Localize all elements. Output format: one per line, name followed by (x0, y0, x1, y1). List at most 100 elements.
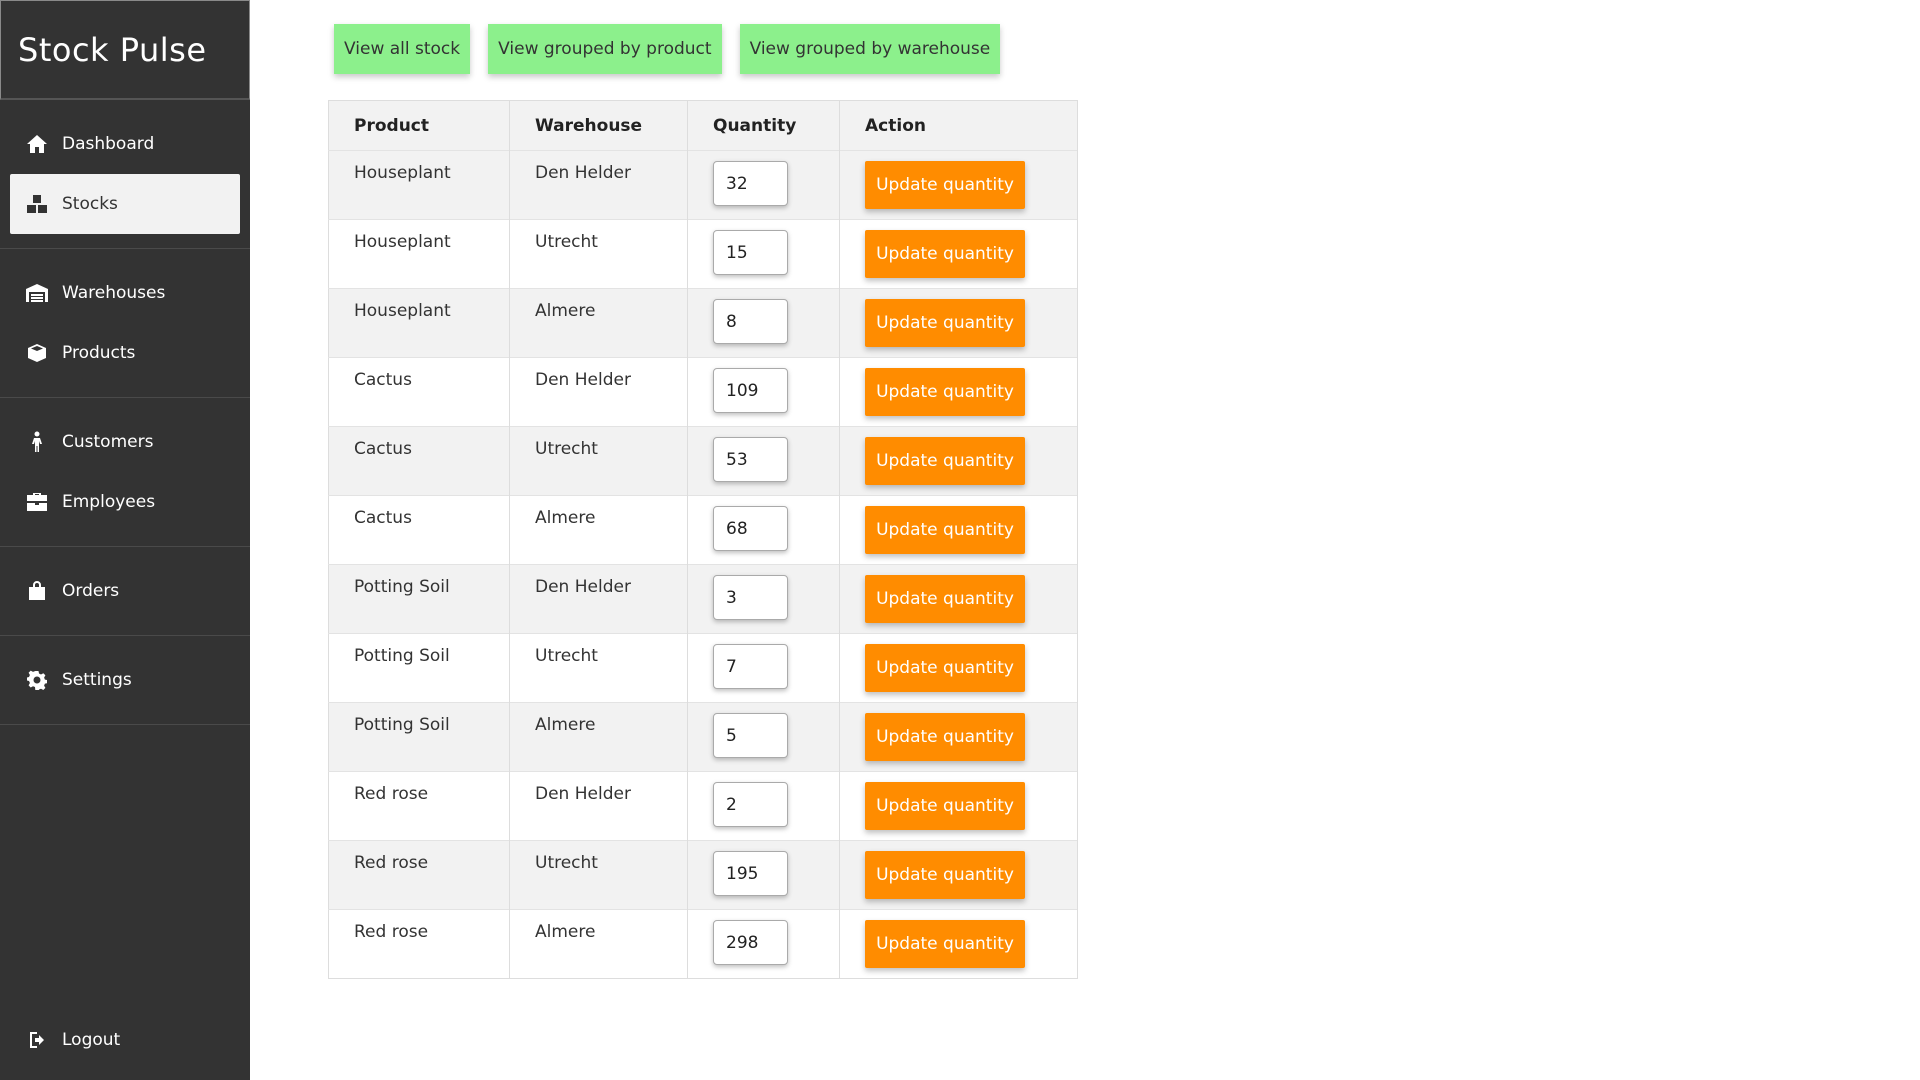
quantity-input[interactable] (713, 920, 788, 965)
sidebar-item-warehouses[interactable]: Warehouses (10, 263, 240, 323)
product-cell: Houseplant (328, 219, 510, 289)
sidebar-item-employees[interactable]: Employees (10, 472, 240, 532)
table-row: Potting SoilUtrecht Update quantity (328, 633, 1078, 703)
table-row: Red roseUtrecht Update quantity (328, 840, 1078, 910)
quantity-cell (687, 771, 840, 841)
sidebar-item-label: Dashboard (62, 134, 155, 154)
quantity-cell (687, 840, 840, 910)
action-cell: Update quantity (839, 702, 1078, 772)
update-quantity-button[interactable]: Update quantity (865, 161, 1025, 209)
quantity-cell (687, 219, 840, 289)
quantity-input[interactable] (713, 161, 788, 206)
action-cell: Update quantity (839, 219, 1078, 289)
header-quantity: Quantity (687, 100, 840, 151)
sidebar-item-stocks[interactable]: Stocks (10, 174, 240, 234)
action-cell: Update quantity (839, 357, 1078, 427)
header-action: Action (839, 100, 1078, 151)
quantity-input[interactable] (713, 575, 788, 620)
quantity-input[interactable] (713, 299, 788, 344)
warehouse-cell: Utrecht (509, 633, 688, 703)
product-cell: Potting Soil (328, 564, 510, 634)
update-quantity-button[interactable]: Update quantity (865, 230, 1025, 278)
sidebar-group: Customers Employees (0, 398, 250, 547)
update-quantity-button[interactable]: Update quantity (865, 299, 1025, 347)
update-quantity-button[interactable]: Update quantity (865, 782, 1025, 830)
update-quantity-button[interactable]: Update quantity (865, 920, 1025, 968)
quantity-input[interactable] (713, 230, 788, 275)
quantity-input[interactable] (713, 782, 788, 827)
sidebar-group: Orders (0, 547, 250, 636)
view-all-stock-button[interactable]: View all stock (334, 24, 471, 74)
bag-icon (24, 580, 50, 602)
sidebar-item-products[interactable]: Products (10, 323, 240, 383)
brand: Stock Pulse (0, 0, 250, 100)
stock-table: Product Warehouse Quantity Action Housep… (328, 100, 1078, 979)
quantity-input[interactable] (713, 437, 788, 482)
table-row: CactusUtrecht Update quantity (328, 426, 1078, 496)
table-row: HouseplantAlmere Update quantity (328, 288, 1078, 358)
update-quantity-button[interactable]: Update quantity (865, 368, 1025, 416)
quantity-input[interactable] (713, 506, 788, 551)
sidebar-group: Dashboard Stocks (0, 100, 250, 249)
action-cell: Update quantity (839, 909, 1078, 979)
sidebar-item-label: Orders (62, 581, 120, 601)
action-cell: Update quantity (839, 288, 1078, 358)
warehouse-cell: Almere (509, 495, 688, 565)
sidebar-item-customers[interactable]: Customers (10, 412, 240, 472)
product-cell: Cactus (328, 495, 510, 565)
sidebar-item-orders[interactable]: Orders (10, 561, 240, 621)
sidebar-item-label: Settings (62, 670, 132, 690)
warehouse-cell: Almere (509, 702, 688, 772)
warehouse-cell: Utrecht (509, 840, 688, 910)
quantity-cell (687, 495, 840, 565)
table-row: Red roseAlmere Update quantity (328, 909, 1078, 979)
sidebar-item-label: Stocks (62, 194, 118, 214)
update-quantity-button[interactable]: Update quantity (865, 506, 1025, 554)
table-row: CactusAlmere Update quantity (328, 495, 1078, 565)
quantity-input[interactable] (713, 644, 788, 689)
quantity-input[interactable] (713, 713, 788, 758)
sidebar-item-settings[interactable]: Settings (10, 650, 240, 710)
update-quantity-button[interactable]: Update quantity (865, 437, 1025, 485)
table-row: Red roseDen Helder Update quantity (328, 771, 1078, 841)
table-row: HouseplantUtrecht Update quantity (328, 219, 1078, 289)
action-cell: Update quantity (839, 564, 1078, 634)
update-quantity-button[interactable]: Update quantity (865, 851, 1025, 899)
table-row: Potting SoilDen Helder Update quantity (328, 564, 1078, 634)
warehouse-cell: Den Helder (509, 564, 688, 634)
table-row: CactusDen Helder Update quantity (328, 357, 1078, 427)
view-by-product-button[interactable]: View grouped by product (488, 24, 722, 74)
view-toggle-group: View all stock View grouped by product V… (334, 24, 1078, 74)
sidebar-item-dashboard[interactable]: Dashboard (10, 114, 240, 174)
update-quantity-button[interactable]: Update quantity (865, 575, 1025, 623)
product-cell: Potting Soil (328, 633, 510, 703)
sidebar-group: Settings (0, 636, 250, 725)
main-content: View all stock View grouped by product V… (328, 24, 1078, 979)
update-quantity-button[interactable]: Update quantity (865, 644, 1025, 692)
warehouse-cell: Den Helder (509, 771, 688, 841)
product-cell: Red rose (328, 771, 510, 841)
logout-button[interactable]: Logout (10, 1010, 240, 1070)
product-cell: Red rose (328, 840, 510, 910)
update-quantity-button[interactable]: Update quantity (865, 713, 1025, 761)
table-row: HouseplantDen Helder Update quantity (328, 150, 1078, 220)
warehouse-cell: Utrecht (509, 219, 688, 289)
product-cell: Cactus (328, 426, 510, 496)
header-warehouse: Warehouse (509, 100, 688, 151)
sidebar: Stock Pulse Dashboard Stocks Warehouses Pro… (0, 0, 250, 1080)
quantity-cell (687, 288, 840, 358)
action-cell: Update quantity (839, 840, 1078, 910)
table-header-row: Product Warehouse Quantity Action (328, 100, 1078, 151)
home-icon (24, 133, 50, 155)
sidebar-item-label: Employees (62, 492, 156, 512)
action-cell: Update quantity (839, 771, 1078, 841)
view-by-warehouse-button[interactable]: View grouped by warehouse (739, 24, 1001, 74)
sidebar-item-label: Products (62, 343, 136, 363)
quantity-input[interactable] (713, 368, 788, 413)
gear-icon (24, 669, 50, 691)
action-cell: Update quantity (839, 150, 1078, 220)
sidebar-item-label: Warehouses (62, 283, 166, 303)
brand-title: Stock Pulse (18, 30, 207, 69)
quantity-input[interactable] (713, 851, 788, 896)
quantity-cell (687, 150, 840, 220)
